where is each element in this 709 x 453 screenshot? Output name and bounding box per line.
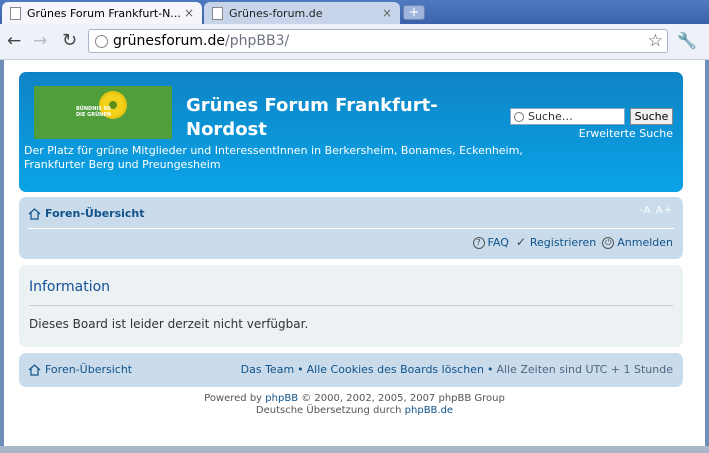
team-link[interactable]: Das Team xyxy=(241,363,295,376)
browser-toolbar: ← → ↻ grünesforum.de/phpBB3/ ☆ 🔧 xyxy=(0,24,709,60)
help-icon: ? xyxy=(472,236,485,249)
reload-icon[interactable]: ↻ xyxy=(62,31,77,51)
search-placeholder: Suche… xyxy=(528,110,573,123)
new-tab-button[interactable]: + xyxy=(403,5,425,20)
footer-breadcrumb[interactable]: Foren-Übersicht xyxy=(28,363,132,376)
site-header: BÜNDNIS 90 DIE GRÜNEN Grünes Forum Frank… xyxy=(19,72,683,192)
close-tab-icon[interactable]: × xyxy=(184,6,194,20)
footer-navbar: Foren-Übersicht Das Team • Alle Cookies de… xyxy=(19,353,683,387)
translation-line: Deutsche Übersetzung durch phpBB.de xyxy=(255,405,454,416)
power-icon: ⏻ xyxy=(602,236,615,249)
home-icon xyxy=(28,207,41,220)
address-bar[interactable]: grünesforum.de/phpBB3/ ☆ xyxy=(88,29,668,53)
tab-title: Grünes-forum.de xyxy=(229,6,323,20)
panel-message: Dieses Board ist leider derzeit nicht ve… xyxy=(29,317,309,331)
home-icon xyxy=(28,363,41,376)
bookmark-star-icon[interactable]: ☆ xyxy=(648,31,663,51)
site-logo[interactable]: BÜNDNIS 90 DIE GRÜNEN xyxy=(34,86,172,139)
url-host: grünesforum.de xyxy=(113,33,226,49)
page-icon xyxy=(10,6,21,20)
divider xyxy=(29,305,673,306)
back-arrow-icon[interactable]: ← xyxy=(7,31,21,51)
site-description: Der Platz für grüne Mitglieder und Inter… xyxy=(24,144,523,171)
register-icon: ✓ xyxy=(515,234,526,249)
separator: • xyxy=(297,363,304,376)
breadcrumb-label: Foren-Übersicht xyxy=(45,363,133,376)
delete-cookies-link[interactable]: Alle Cookies des Boards löschen xyxy=(307,363,484,376)
browser-tab-active[interactable]: Grünes Forum Frankfurt-N... × xyxy=(2,2,202,24)
navbar: Foren-Übersicht -A A+ ? FAQ ✓ Registrier… xyxy=(19,197,683,259)
login-link[interactable]: ⏻ Anmelden xyxy=(602,236,673,249)
browser-tab-inactive[interactable]: Grünes-forum.de × xyxy=(204,2,400,24)
timezone-info: Alle Zeiten sind UTC + 1 Stunde xyxy=(496,363,673,376)
close-tab-icon[interactable]: × xyxy=(382,6,392,20)
search-icon xyxy=(514,111,524,122)
search-button[interactable]: Suche xyxy=(630,108,673,125)
copyright-line: Powered by phpBB © 2000, 2002, 2005, 200… xyxy=(204,393,505,404)
search-input[interactable]: Suche… xyxy=(510,108,625,125)
footer-links: Das Team • Alle Cookies des Boards löschen… xyxy=(241,363,673,376)
advanced-search-link[interactable]: Erweiterte Suche xyxy=(579,127,673,140)
globe-icon xyxy=(95,34,108,48)
phpbb-de-link[interactable]: phpBB.de xyxy=(405,405,453,416)
panel-title: Information xyxy=(29,279,111,295)
forward-arrow-icon[interactable]: → xyxy=(33,31,47,51)
wrench-menu-icon[interactable]: 🔧 xyxy=(677,31,697,50)
font-size-toggle[interactable]: -A A+ xyxy=(639,205,673,216)
breadcrumb-label: Foren-Übersicht xyxy=(45,207,145,220)
user-links: ? FAQ ✓ Registrieren ⏻ Anmelden xyxy=(467,236,673,249)
tab-strip: Grünes Forum Frankfurt-N... × Grünes-for… xyxy=(0,0,709,24)
divider xyxy=(28,228,674,229)
separator: • xyxy=(486,363,494,376)
information-panel: Information Dieses Board ist leider derz… xyxy=(19,265,683,347)
background-window-strip xyxy=(0,446,709,453)
site-title: Grünes Forum Frankfurt-Nordost xyxy=(186,95,438,140)
page-icon xyxy=(212,6,223,20)
web-page: BÜNDNIS 90 DIE GRÜNEN Grünes Forum Frank… xyxy=(4,60,705,446)
register-link[interactable]: ✓ Registrieren xyxy=(515,234,596,250)
faq-link[interactable]: ? FAQ xyxy=(472,236,509,249)
tab-title: Grünes Forum Frankfurt-N... xyxy=(27,6,180,20)
breadcrumb[interactable]: Foren-Übersicht xyxy=(28,207,145,220)
logo-lettering: BÜNDNIS 90 DIE GRÜNEN xyxy=(76,106,111,118)
phpbb-link[interactable]: phpBB xyxy=(265,393,298,404)
url-path: /phpBB3/ xyxy=(225,33,290,49)
